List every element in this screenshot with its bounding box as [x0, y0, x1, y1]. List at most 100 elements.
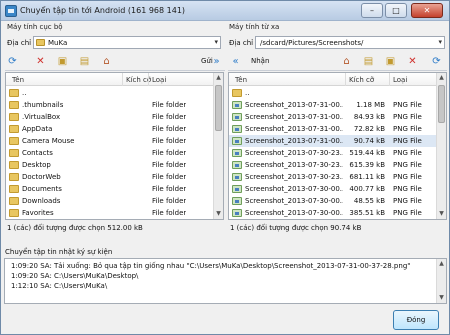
left-scrollbar[interactable]: ▲ ▼	[213, 73, 223, 219]
column-name[interactable]: Tên	[12, 76, 24, 84]
list-item[interactable]: ..	[229, 87, 436, 99]
delete-icon[interactable]: ✕	[35, 56, 46, 67]
image-file-icon	[232, 173, 242, 181]
column-divider	[345, 73, 346, 86]
send-arrow-icon[interactable]: »	[211, 56, 222, 67]
receive-arrow-icon[interactable]: «	[230, 56, 241, 67]
delete-icon[interactable]: ✕	[407, 56, 418, 67]
file-name: Screenshot_2013-07-30-23...	[245, 149, 343, 157]
list-item[interactable]: Screenshot_2013-07-31-00... 90.74 kB PNG F…	[229, 135, 436, 147]
file-type: PNG File	[393, 125, 422, 133]
file-size: 519.44 kB	[349, 149, 385, 157]
list-item[interactable]: Screenshot_2013-07-31-00... 1.18 MB PNG Fi…	[229, 99, 436, 111]
left-pane-title: Máy tính cục bộ	[7, 23, 63, 31]
parent-folder-icon[interactable]: ▤	[363, 56, 374, 67]
file-name: DoctorWeb	[22, 173, 61, 181]
file-size: 90.74 kB	[353, 137, 385, 145]
column-type[interactable]: Loại	[393, 76, 407, 84]
list-item[interactable]: Screenshot_2013-07-30-00... 400.77 kB PNG …	[229, 183, 436, 195]
parent-folder-icon[interactable]: ▤	[79, 56, 90, 67]
list-item[interactable]: Favorites File folder	[6, 207, 213, 219]
column-divider	[122, 73, 123, 86]
list-item[interactable]: Google DriveFile folder	[6, 219, 213, 220]
file-size: 84.93 kB	[353, 113, 385, 121]
list-item[interactable]: ..	[6, 87, 213, 99]
left-address-field[interactable]: MuKa ▾	[33, 36, 221, 49]
maximize-button[interactable]: □	[385, 3, 407, 18]
list-item[interactable]: Downloads File folder	[6, 195, 213, 207]
list-item[interactable]: Screenshot_2013-07-30-23... 681.11 kB PNG …	[229, 171, 436, 183]
scroll-down-icon[interactable]: ▼	[214, 209, 223, 219]
list-item[interactable]: .VirtualBox File folder	[6, 111, 213, 123]
file-name: Screenshot_2013-07-30-23...	[245, 173, 343, 181]
file-size: 1.18 MB	[356, 101, 385, 109]
folder-icon	[36, 39, 45, 46]
list-item[interactable]: Screenshot_2013-07-30-23... 519.44 kB PNG …	[229, 147, 436, 159]
column-size[interactable]: Kích cỡ	[349, 76, 374, 84]
list-item[interactable]: Camera Mouse File folder	[6, 135, 213, 147]
file-name: Desktop	[22, 161, 51, 169]
right-address-field[interactable]: /sdcard/Pictures/Screenshots/ ▾	[255, 36, 445, 49]
image-file-icon	[232, 113, 242, 121]
log-line: 1:12:10 SA: C:\Users\MuKa\	[11, 282, 108, 290]
image-file-icon	[232, 137, 242, 145]
file-type: File folder	[152, 209, 187, 217]
file-type: PNG File	[393, 173, 422, 181]
column-divider	[389, 73, 390, 86]
folder-icon	[9, 149, 19, 157]
list-item[interactable]: Contacts File folder	[6, 147, 213, 159]
home-icon[interactable]: ⌂	[101, 56, 112, 67]
file-name: Favorites	[22, 209, 54, 217]
list-item[interactable]: Documents File folder	[6, 183, 213, 195]
minimize-button[interactable]: –	[361, 3, 383, 18]
left-file-list[interactable]: Tên Kích cỡ Loại .. .thumbnails File folde…	[5, 72, 224, 220]
close-dialog-button[interactable]: Đóng	[393, 310, 439, 330]
right-file-list[interactable]: Tên Kích cỡ Loại .. Screenshot_2013-07-31…	[228, 72, 447, 220]
list-item[interactable]: Desktop File folder	[6, 159, 213, 171]
scroll-up-icon[interactable]: ▲	[437, 259, 446, 269]
file-name: Screenshot_2013-07-30-00...	[245, 185, 343, 193]
chevron-down-icon[interactable]: ▾	[214, 38, 218, 46]
file-name: Screenshot_2013-07-30-00...	[245, 209, 343, 217]
home-icon[interactable]: ⌂	[341, 56, 352, 67]
scroll-up-icon[interactable]: ▲	[437, 73, 446, 83]
scroll-thumb[interactable]	[215, 85, 222, 131]
event-log[interactable]: 1:09:20 SA: Tải xuống: Bỏ qua tập tin gi…	[4, 258, 447, 304]
refresh-icon[interactable]: ⟳	[7, 56, 18, 67]
list-item[interactable]: Screenshot_2013-07-31-00... 84.93 kB PNG F…	[229, 111, 436, 123]
scroll-up-icon[interactable]: ▲	[214, 73, 223, 83]
list-item[interactable]: Screenshot_2013-07-31-00... 72.82 kB PNG F…	[229, 123, 436, 135]
scroll-thumb[interactable]	[438, 85, 445, 123]
receive-label: Nhận	[251, 57, 270, 65]
chevron-down-icon[interactable]: ▾	[438, 38, 442, 46]
scroll-down-icon[interactable]: ▼	[437, 293, 446, 303]
image-file-icon	[232, 101, 242, 109]
file-type: PNG File	[393, 149, 422, 157]
new-folder-icon[interactable]: ▣	[57, 56, 68, 67]
list-item[interactable]: .thumbnails File folder	[6, 99, 213, 111]
list-item[interactable]: AppData File folder	[6, 123, 213, 135]
list-item[interactable]: Screenshot_2013-07-30-00... 385.51 kB PNG …	[229, 207, 436, 219]
file-size: 48.55 kB	[353, 197, 385, 205]
right-address-value: /sdcard/Pictures/Screenshots/	[260, 39, 364, 47]
log-scrollbar[interactable]: ▲ ▼	[436, 259, 446, 303]
list-item[interactable]: Screenshot_2013-07-30-00... 48.55 kB PNG F…	[229, 195, 436, 207]
new-folder-icon[interactable]: ▣	[385, 56, 396, 67]
folder-icon	[9, 137, 19, 145]
close-window-button[interactable]: ✕	[411, 3, 443, 18]
right-scrollbar[interactable]: ▲ ▼	[436, 73, 446, 219]
column-name[interactable]: Tên	[235, 76, 247, 84]
list-item[interactable]: DoctorWeb File folder	[6, 171, 213, 183]
folder-icon	[9, 89, 19, 97]
file-name: ..	[245, 89, 250, 97]
log-title: Chuyển tập tin nhật ký sự kiện	[5, 248, 113, 256]
file-name: Screenshot_2013-07-30-23...	[245, 161, 343, 169]
folder-icon	[232, 89, 242, 97]
file-type: File folder	[152, 137, 187, 145]
column-type[interactable]: Loại	[152, 76, 166, 84]
refresh-icon[interactable]: ⟳	[431, 56, 442, 67]
list-item[interactable]: Screenshot_2013-07-30-23... 615.39 kB PNG …	[229, 159, 436, 171]
file-type: File folder	[152, 125, 187, 133]
list-item[interactable]: Screenshot_2013-07-30-00...169.77 kBPNG …	[229, 219, 436, 220]
scroll-down-icon[interactable]: ▼	[437, 209, 446, 219]
